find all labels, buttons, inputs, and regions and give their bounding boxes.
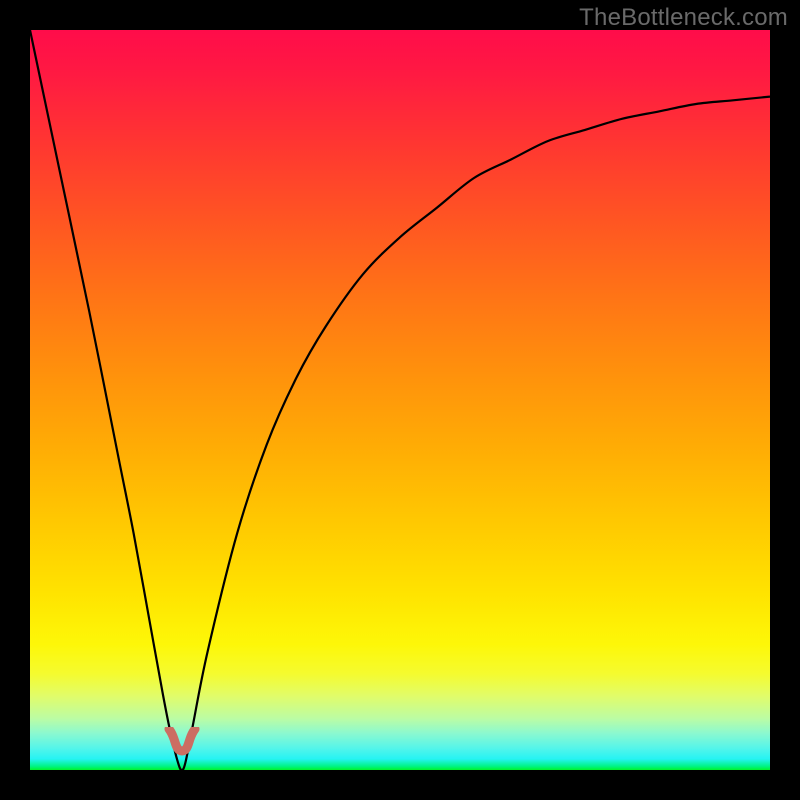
plot-area [30,30,770,770]
curve-path [30,30,770,770]
chart-frame: TheBottleneck.com [0,0,800,800]
bottleneck-curve [30,30,770,770]
watermark-text: TheBottleneck.com [579,4,788,32]
